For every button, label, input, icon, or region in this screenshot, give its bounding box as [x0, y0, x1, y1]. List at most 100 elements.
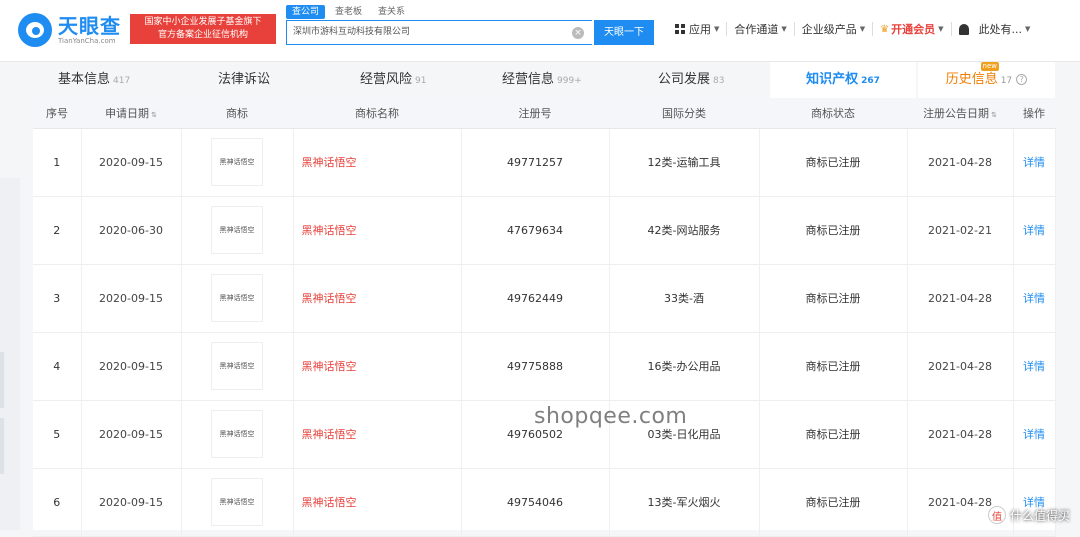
- table-row: 3 2020-09-15 黑神话悟空 黑神话悟空 49762449 33类-酒 商标已注册 2…: [33, 264, 1056, 333]
- tianyancha-logo[interactable]: 天眼查 TianYanCha.com: [18, 10, 121, 50]
- cell-trademark-logo[interactable]: 黑神话悟空: [181, 264, 294, 333]
- trademark-image[interactable]: 黑神话悟空: [211, 410, 263, 458]
- cell-reg-no: 49762449: [461, 264, 610, 333]
- nav-partners[interactable]: 合作通道 ▼: [727, 22, 795, 36]
- cell-status: 商标已注册: [759, 128, 908, 197]
- logo-title: 天眼查: [58, 13, 121, 38]
- caret-down-icon: ▼: [859, 25, 866, 33]
- cell-intl-class: 13类-军火烟火: [609, 468, 760, 537]
- col-no: 序号: [33, 98, 81, 129]
- tab-legal[interactable]: 法律诉讼: [218, 62, 273, 98]
- caret-down-icon: ▼: [938, 25, 944, 33]
- tab-development[interactable]: 公司发展 83: [658, 62, 724, 98]
- cell-trademark-name[interactable]: 黑神话悟空: [293, 264, 462, 333]
- trademark-image[interactable]: 黑神话悟空: [211, 206, 263, 254]
- nav-vip-label: 开通会员: [891, 23, 936, 36]
- search-button[interactable]: 天眼一下: [594, 20, 654, 45]
- col-action: 操作: [1013, 98, 1055, 129]
- search-tab-relation[interactable]: 查关系: [372, 5, 411, 19]
- tab-label: 知识产权: [806, 72, 859, 87]
- detail-link[interactable]: 详情: [1013, 400, 1056, 469]
- table-row: 2 2020-06-30 黑神话悟空 黑神话悟空 47679634 42类-网站服务 商标已…: [33, 196, 1056, 265]
- sort-icon[interactable]: ⇅: [151, 111, 157, 119]
- search-tab-company[interactable]: 查公司: [286, 5, 326, 19]
- tab-risk[interactable]: 经营风险 91: [360, 62, 426, 98]
- corner-watermark: 什么值得买: [987, 506, 1070, 524]
- trademark-image[interactable]: 黑神话悟空: [211, 342, 263, 390]
- nav-vip[interactable]: ♛ 开通会员 ▼: [873, 22, 952, 36]
- cell-trademark-name[interactable]: 黑神话悟空: [293, 332, 462, 401]
- col-apply-date-label: 申请日期: [105, 106, 150, 120]
- promo-line-2: 官方备案企业征信机构: [157, 30, 248, 40]
- watermark-text: shopqee.com: [534, 404, 688, 429]
- nav-apps[interactable]: 应用 ▼: [668, 22, 728, 36]
- search-tab-boss[interactable]: 查老板: [329, 5, 368, 19]
- cell-trademark-name[interactable]: 黑神话悟空: [293, 468, 462, 537]
- side-handle[interactable]: [0, 418, 4, 474]
- clear-icon[interactable]: ×: [572, 27, 584, 39]
- cell-trademark-logo[interactable]: 黑神话悟空: [181, 400, 294, 469]
- cell-trademark-name[interactable]: 黑神话悟空: [293, 400, 462, 469]
- cell-reg-no: 47679634: [461, 196, 610, 265]
- promo-banner[interactable]: 国家中小企业发展子基金旗下 官方备案企业征信机构: [130, 14, 276, 44]
- cell-no: 4: [33, 332, 82, 401]
- cell-no: 6: [33, 468, 82, 537]
- search-input[interactable]: 深圳市游科互动科技有限公司 ×: [286, 20, 592, 45]
- tab-ip[interactable]: 知识产权 267: [770, 62, 916, 98]
- bell-icon[interactable]: [958, 23, 969, 35]
- trademark-image[interactable]: 黑神话悟空: [211, 274, 263, 322]
- tab-count: 999+: [557, 76, 582, 86]
- detail-link[interactable]: 详情: [1013, 468, 1056, 537]
- tab-basic-info[interactable]: 基本信息 417: [58, 62, 130, 98]
- cell-status: 商标已注册: [759, 400, 908, 469]
- trademark-image[interactable]: 黑神话悟空: [211, 138, 263, 186]
- corner-watermark-text: 什么值得买: [1009, 508, 1070, 523]
- cell-trademark-logo[interactable]: 黑神话悟空: [181, 196, 294, 265]
- cell-intl-class: 33类-酒: [609, 264, 760, 333]
- cell-intl-class: 12类-运输工具: [609, 128, 760, 197]
- cell-apply-date: 2020-06-30: [81, 196, 182, 265]
- cell-intl-class: 42类-网站服务: [609, 196, 760, 265]
- col-trademark-name: 商标名称: [293, 98, 461, 129]
- col-trademark: 商标: [181, 98, 293, 129]
- cell-trademark-name[interactable]: 黑神话悟空: [293, 128, 462, 197]
- cell-trademark-logo[interactable]: 黑神话悟空: [181, 332, 294, 401]
- cell-apply-date: 2020-09-15: [81, 332, 182, 401]
- cell-reg-no: 49775888: [461, 332, 610, 401]
- detail-link[interactable]: 详情: [1013, 332, 1056, 401]
- cell-trademark-logo[interactable]: 黑神话悟空: [181, 468, 294, 537]
- tab-label: 基本信息: [58, 72, 111, 87]
- cell-apply-date: 2020-09-15: [81, 400, 182, 469]
- nav-partners-label: 合作通道: [734, 23, 779, 36]
- cell-pub-date: 2021-02-21: [907, 196, 1014, 265]
- tab-history[interactable]: new 历史信息 17 ?: [918, 62, 1055, 98]
- col-apply-date[interactable]: 申请日期 ⇅: [81, 98, 181, 129]
- tab-count: 417: [113, 76, 131, 86]
- crown-icon: ♛: [880, 23, 890, 35]
- nav-enterprise[interactable]: 企业级产品 ▼: [795, 22, 874, 36]
- eye-logo-icon: [18, 13, 52, 47]
- cell-trademark-logo[interactable]: 黑神话悟空: [181, 128, 294, 197]
- table-row: 4 2020-09-15 黑神话悟空 黑神话悟空 49775888 16类-办公用品 商标已…: [33, 332, 1056, 401]
- cell-pub-date: 2021-04-28: [907, 400, 1014, 469]
- new-badge: new: [980, 62, 999, 71]
- nav-user[interactable]: 此处有... ▼: [952, 22, 1038, 36]
- cell-reg-no: 49771257: [461, 128, 610, 197]
- cell-trademark-name[interactable]: 黑神话悟空: [293, 196, 462, 265]
- detail-link[interactable]: 详情: [1013, 264, 1056, 333]
- top-nav: 应用 ▼ 合作通道 ▼ 企业级产品 ▼ ♛ 开通会员 ▼ 此处有... ▼: [668, 22, 1037, 36]
- tab-operations[interactable]: 经营信息 999+: [502, 62, 582, 98]
- cell-status: 商标已注册: [759, 468, 908, 537]
- side-handle[interactable]: [0, 352, 4, 408]
- tab-label: 经营信息: [502, 72, 555, 87]
- detail-link[interactable]: 详情: [1013, 128, 1056, 197]
- col-pub-date[interactable]: 注册公告日期 ⇅: [907, 98, 1013, 129]
- apps-grid-icon: [675, 24, 685, 34]
- detail-link[interactable]: 详情: [1013, 196, 1056, 265]
- help-icon[interactable]: ?: [1016, 74, 1028, 85]
- tab-label: 历史信息: [945, 72, 998, 87]
- nav-enterprise-label: 企业级产品: [801, 23, 857, 36]
- trademark-table: 序号 申请日期 ⇅ 商标 商标名称 注册号 国际分类 商标状态 注册公告日期 ⇅ 操…: [33, 98, 1056, 537]
- trademark-image[interactable]: 黑神话悟空: [211, 478, 263, 526]
- sort-icon[interactable]: ⇅: [991, 111, 997, 119]
